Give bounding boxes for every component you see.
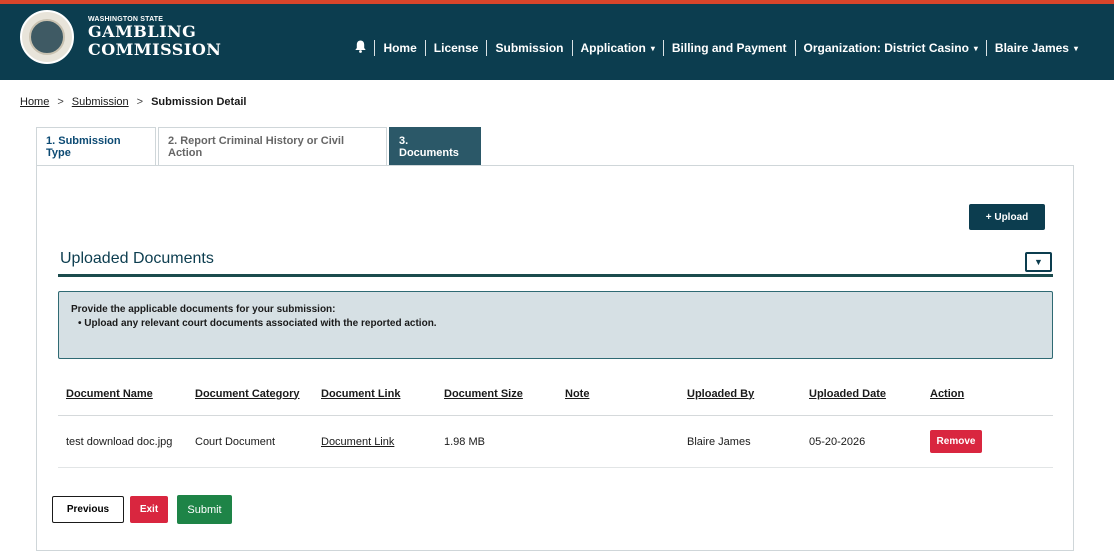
instructions-notice: Provide the applicable documents for you… xyxy=(58,291,1053,359)
cell-document-size: 1.98 MB xyxy=(444,435,485,448)
logo-title-line2: COMMISSION xyxy=(88,39,222,59)
tab-submission-type[interactable]: 1. Submission Type xyxy=(36,127,156,166)
exit-button[interactable]: Exit xyxy=(130,496,168,523)
cell-document-name: test download doc.jpg xyxy=(66,435,173,448)
previous-button[interactable]: Previous xyxy=(52,496,124,523)
remove-button[interactable]: Remove xyxy=(930,430,982,453)
nav-divider xyxy=(662,40,664,56)
triangle-down-icon: ▼ xyxy=(1034,257,1043,267)
column-header-document-link[interactable]: Document Link xyxy=(321,388,400,400)
nav-divider xyxy=(571,40,573,56)
breadcrumb-separator: > xyxy=(136,96,144,108)
column-header-document-category[interactable]: Document Category xyxy=(195,388,300,400)
document-link[interactable]: Document Link xyxy=(321,436,394,448)
chevron-down-icon: ▾ xyxy=(1073,44,1078,54)
nav-license[interactable]: License xyxy=(426,41,487,55)
submit-button[interactable]: Submit xyxy=(177,495,232,524)
cell-document-category: Court Document xyxy=(195,435,276,448)
table-row: test download doc.jpg Court Document Doc… xyxy=(58,416,1053,468)
section-title: Uploaded Documents xyxy=(60,250,214,267)
breadcrumb-current: Submission Detail xyxy=(151,96,247,108)
nav-application-label: Application xyxy=(580,41,646,55)
nav-billing[interactable]: Billing and Payment xyxy=(664,41,795,55)
nav-divider xyxy=(424,40,426,56)
top-navbar: WASHINGTON STATE GAMBLING COMMISSION Hom… xyxy=(0,0,1114,80)
notice-title: Provide the applicable documents for you… xyxy=(71,304,336,315)
nav-user-label: Blaire James xyxy=(994,41,1069,55)
documents-table: Document Name Document Category Document… xyxy=(58,372,1053,468)
column-header-note[interactable]: Note xyxy=(565,388,589,400)
notifications-bell-icon[interactable] xyxy=(347,40,374,56)
documents-panel: + Upload Uploaded Documents ▼ Provide th… xyxy=(36,165,1074,551)
nav-organization-dropdown[interactable]: Organization: District Casino ▾ xyxy=(796,41,986,55)
logo-title-line1: GAMBLING xyxy=(88,21,197,41)
column-header-uploaded-date[interactable]: Uploaded Date xyxy=(809,388,886,400)
nav-divider xyxy=(486,40,488,56)
agency-logo[interactable]: WASHINGTON STATE GAMBLING COMMISSION xyxy=(20,10,221,64)
column-header-document-name[interactable]: Document Name xyxy=(66,388,153,400)
upload-button[interactable]: + Upload xyxy=(969,204,1045,230)
chevron-down-icon: ▾ xyxy=(650,44,655,54)
breadcrumb: Home > Submission > Submission Detail xyxy=(20,96,246,108)
collapse-toggle-button[interactable]: ▼ xyxy=(1025,252,1052,272)
column-header-action[interactable]: Action xyxy=(930,388,964,400)
logo-text: WASHINGTON STATE GAMBLING COMMISSION xyxy=(88,16,221,59)
state-seal-icon xyxy=(20,10,74,64)
cell-uploaded-date: 05-20-2026 xyxy=(809,435,866,448)
notice-bullet: • Upload any relevant court documents as… xyxy=(78,318,437,329)
section-divider xyxy=(58,274,1053,277)
column-header-document-size[interactable]: Document Size xyxy=(444,388,523,400)
chevron-down-icon: ▾ xyxy=(973,44,978,54)
table-header: Document Name Document Category Document… xyxy=(58,372,1053,416)
column-header-uploaded-by[interactable]: Uploaded By xyxy=(687,388,754,400)
nav-home[interactable]: Home xyxy=(375,41,424,55)
nav-divider xyxy=(374,40,376,56)
tab-report-criminal-history[interactable]: 2. Report Criminal History or Civil Acti… xyxy=(158,127,387,166)
breadcrumb-home[interactable]: Home xyxy=(20,96,49,108)
step-tabs: 1. Submission Type 2. Report Criminal Hi… xyxy=(36,127,483,166)
nav-submission[interactable]: Submission xyxy=(487,41,571,55)
nav-user-dropdown[interactable]: Blaire James ▾ xyxy=(987,41,1086,55)
breadcrumb-submission[interactable]: Submission xyxy=(72,96,129,108)
nav-organization-label: Organization: District Casino xyxy=(803,41,969,55)
nav-application-dropdown[interactable]: Application ▾ xyxy=(573,41,663,55)
tab-documents[interactable]: 3. Documents xyxy=(389,127,481,166)
nav-divider xyxy=(794,40,796,56)
cell-uploaded-by: Blaire James xyxy=(687,435,751,448)
nav-divider xyxy=(985,40,987,56)
breadcrumb-separator: > xyxy=(57,96,64,108)
main-nav: Home License Submission Application ▾ Bil… xyxy=(347,40,1086,56)
